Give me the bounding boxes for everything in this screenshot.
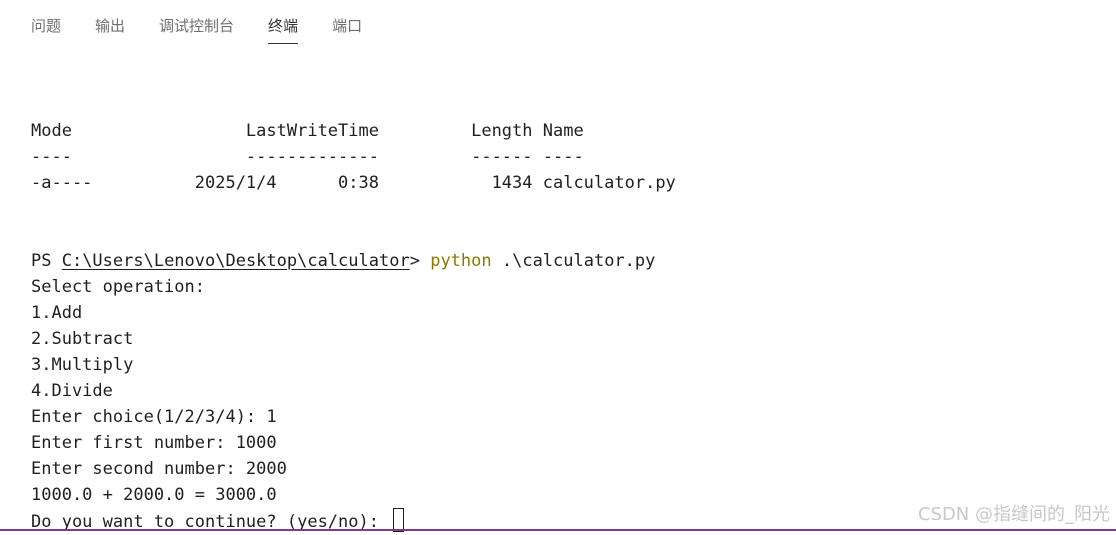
tab-debug-console[interactable]: 调试控制台 xyxy=(159,14,234,43)
output-line: 3.Multiply xyxy=(31,355,134,375)
terminal-output[interactable]: Mode LastWriteTime Length Name ---- ----… xyxy=(31,118,1111,534)
listing-row: -a---- 2025/1/4 0:38 1434 calculator.py xyxy=(31,173,676,193)
output-line: Enter first number: 1000 xyxy=(31,433,277,453)
terminal-panel: 问题 输出 调试控制台 终端 端口 Mode LastWriteTime Len… xyxy=(0,0,1116,533)
command-name: python xyxy=(430,251,492,271)
listing-separator: ---- ------------- ------ ---- xyxy=(31,147,584,167)
command-args: .\calculator.py xyxy=(491,251,656,271)
prompt-gt: > xyxy=(409,251,431,271)
prompt-line: PS C:\Users\Lenovo\Desktop\calculator> p… xyxy=(31,248,1111,274)
listing-header: Mode LastWriteTime Length Name xyxy=(31,121,584,141)
output-line: 4.Divide xyxy=(31,381,113,401)
watermark: CSDN @指缝间的_阳光 xyxy=(917,504,1110,525)
cwd-path-link[interactable]: C:\Users\Lenovo\Desktop\calculator xyxy=(62,251,410,271)
tab-ports[interactable]: 端口 xyxy=(332,14,362,43)
output-line: 2.Subtract xyxy=(31,329,134,349)
output-line: Enter choice(1/2/3/4): 1 xyxy=(31,407,277,427)
tab-terminal[interactable]: 终端 xyxy=(268,14,299,44)
output-line: 1.Add xyxy=(31,303,83,323)
tab-output[interactable]: 输出 xyxy=(95,14,125,43)
panel-bottom-border xyxy=(0,529,1116,531)
ps-prefix: PS xyxy=(31,251,62,271)
output-line: Select operation: xyxy=(31,277,205,297)
panel-tabbar: 问题 输出 调试控制台 终端 端口 xyxy=(31,14,396,44)
output-line: Enter second number: 2000 xyxy=(31,459,287,479)
tab-problems[interactable]: 问题 xyxy=(31,14,61,43)
